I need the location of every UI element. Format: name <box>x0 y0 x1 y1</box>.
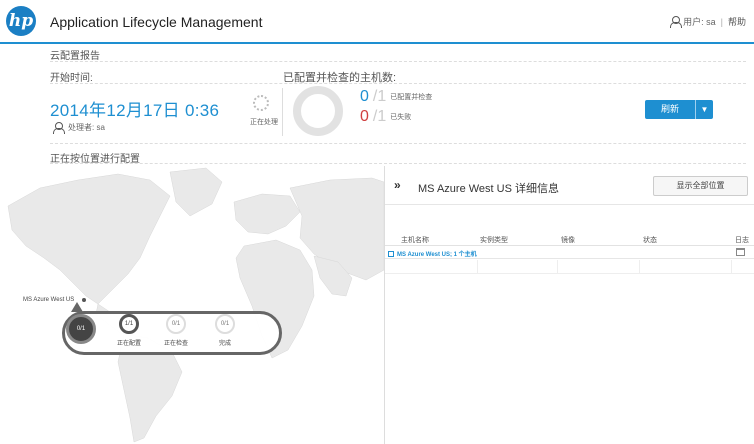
stage-configuring-label: 正在配置 <box>116 341 141 347</box>
column-header-log[interactable]: 日志 <box>735 235 749 245</box>
divider <box>50 61 746 62</box>
progress-ring <box>293 86 343 136</box>
stage-complete: 0/1 完成 <box>210 314 240 347</box>
divider <box>50 143 746 144</box>
column-header-image[interactable]: 镜像 <box>561 235 575 245</box>
user-icon <box>670 16 683 28</box>
user-area: 用户: sa | 帮助 <box>670 15 746 28</box>
stage-total: 0/1 <box>66 314 96 344</box>
chevron-down-icon[interactable]: ▼ <box>695 100 713 119</box>
help-link[interactable]: 帮助 <box>728 15 746 28</box>
stage-checking: 0/1 正在检查 <box>161 314 191 347</box>
stage-checking-label: 正在检查 <box>163 341 188 347</box>
location-details-panel: » MS Azure West US 详细信息 显示全部位置 主机名称 实例类型… <box>384 166 754 444</box>
stage-total-circle: 0/1 <box>66 314 96 344</box>
divider <box>50 163 746 164</box>
table-row <box>385 260 754 274</box>
failed-count: 0/1 已失败 <box>360 108 411 126</box>
stage-complete-circle: 0/1 <box>215 314 235 334</box>
processor-info: 处理者: sa <box>53 122 105 134</box>
report-title: 云配置报告 <box>50 51 100 62</box>
app-window: hp Application Lifecycle Management 用户: … <box>0 0 754 444</box>
collapse-toggle-icon[interactable] <box>388 251 394 257</box>
configured-count-value: 0 <box>360 88 369 105</box>
processing-status: 正在处理 <box>250 119 278 126</box>
expand-panel-icon[interactable]: » <box>394 178 401 192</box>
show-all-locations-button[interactable]: 显示全部位置 <box>653 176 748 196</box>
vertical-divider <box>282 88 283 136</box>
hp-logo: hp <box>6 6 36 36</box>
stage-checking-circle: 0/1 <box>166 314 186 334</box>
column-header-instance-type[interactable]: 实例类型 <box>480 235 508 245</box>
app-title: Application Lifecycle Management <box>50 14 263 30</box>
configured-count-label: 已配置并检查 <box>390 94 433 101</box>
start-time-value: 2014年12月17日 0:36 <box>50 101 220 120</box>
world-map-graphic <box>7 167 384 443</box>
map-region-label: MS Azure West US <box>23 297 75 303</box>
start-time-label: 开始时间: <box>50 73 93 84</box>
hosts-grid-header: 主机名称 实例类型 镜像 状态 日志 <box>385 234 754 246</box>
column-divider <box>639 260 640 274</box>
configured-count-total: /1 <box>372 88 387 105</box>
user-label: 用户: sa <box>683 17 716 27</box>
header-separator: | <box>720 16 723 27</box>
configured-count: 0/1 已配置并检查 <box>360 88 432 106</box>
host-group-row[interactable]: MS Azure West US; 1 个主机 <box>385 247 754 259</box>
column-header-status[interactable]: 状态 <box>643 235 657 245</box>
app-header: hp Application Lifecycle Management 用户: … <box>0 0 754 44</box>
refresh-button[interactable]: 刷新 ▼ <box>645 100 713 119</box>
world-map[interactable] <box>0 166 384 444</box>
stage-configuring: 1/1 正在配置 <box>114 314 144 347</box>
processor-user-icon <box>53 122 65 134</box>
stage-configuring-circle: 1/1 <box>119 314 139 334</box>
refresh-button-label: 刷新 <box>660 104 679 114</box>
divider <box>385 204 754 205</box>
group-row-label: MS Azure West US; 1 个主机 <box>397 252 477 258</box>
group-row-content: MS Azure West US; 1 个主机 <box>388 249 477 258</box>
failed-count-value: 0 <box>360 108 369 125</box>
column-header-host[interactable]: 主机名称 <box>401 235 429 245</box>
failed-count-label: 已失败 <box>390 114 412 121</box>
details-title: MS Azure West US 详细信息 <box>418 183 559 195</box>
loading-spinner-icon <box>253 95 269 111</box>
stage-complete-label: 完成 <box>218 341 231 347</box>
column-divider <box>557 260 558 274</box>
column-divider <box>477 260 478 274</box>
divider <box>50 83 746 84</box>
processor-label: 处理者: sa <box>68 123 105 132</box>
column-divider <box>731 260 732 274</box>
failed-count-total: /1 <box>372 108 387 125</box>
log-icon[interactable] <box>736 248 745 256</box>
